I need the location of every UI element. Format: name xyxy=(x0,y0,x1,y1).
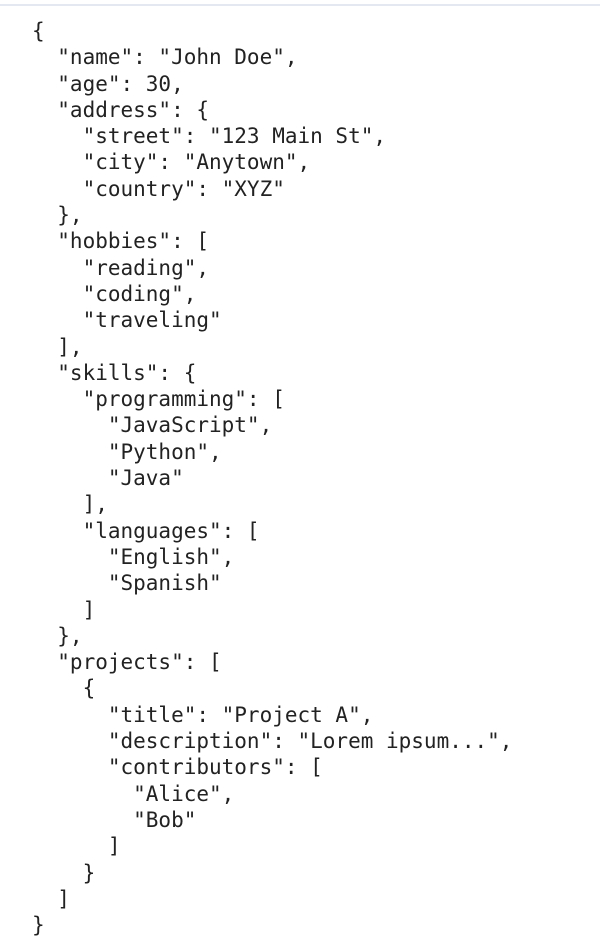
code-line: "Spanish" xyxy=(32,571,222,596)
code-line: "address": { xyxy=(32,97,210,122)
code-line: "age": 30, xyxy=(32,71,184,96)
code-line: ] xyxy=(32,597,96,622)
code-line: "programming": [ xyxy=(32,387,285,412)
code-line: "title": "Project A", xyxy=(32,702,374,727)
code-line: { xyxy=(32,676,96,701)
code-line: "city": "Anytown", xyxy=(32,150,311,175)
code-line: } xyxy=(32,860,96,885)
code-line: "hobbies": [ xyxy=(32,229,210,254)
code-line: "name": "John Doe", xyxy=(32,45,298,70)
code-line: "skills": { xyxy=(32,360,197,385)
json-code-block: { "name": "John Doe", "age": 30, "addres… xyxy=(32,18,512,938)
code-line: } xyxy=(32,913,45,938)
code-line: "reading", xyxy=(32,255,210,280)
code-line: "traveling" xyxy=(32,308,222,333)
code-line: "country": "XYZ" xyxy=(32,176,285,201)
code-line: }, xyxy=(32,623,83,648)
code-line: "JavaScript", xyxy=(32,413,273,438)
code-line: { xyxy=(32,19,45,43)
code-line: "English", xyxy=(32,544,235,569)
code-line: ] xyxy=(32,886,70,911)
code-line: "street": "123 Main St", xyxy=(32,124,387,149)
code-line: ], xyxy=(32,492,108,517)
code-line: }, xyxy=(32,203,83,228)
code-line: "Java" xyxy=(32,466,184,491)
code-line: "projects": [ xyxy=(32,650,222,675)
code-line: "Bob" xyxy=(32,807,197,832)
code-line: ], xyxy=(32,334,83,359)
code-line: "languages": [ xyxy=(32,518,260,543)
code-line: "Alice", xyxy=(32,781,235,806)
code-line: "coding", xyxy=(32,281,197,306)
code-line: "Python", xyxy=(32,439,222,464)
code-line: "description": "Lorem ipsum...", xyxy=(32,729,513,754)
code-line: "contributors": [ xyxy=(32,755,323,780)
code-line: ] xyxy=(32,834,121,859)
top-divider xyxy=(0,4,600,6)
